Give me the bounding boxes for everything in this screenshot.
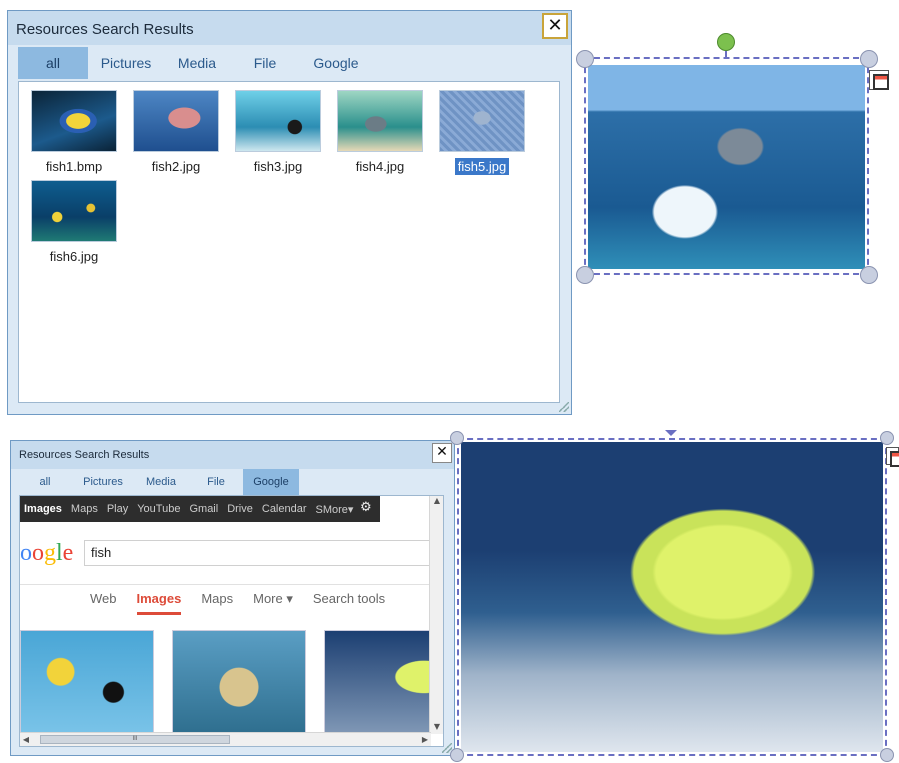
image-result[interactable]: [20, 630, 154, 734]
file-name: fish5.jpg: [454, 158, 510, 175]
file-item-selected[interactable]: fish5.jpg: [435, 90, 529, 176]
tab-file[interactable]: File: [189, 469, 243, 495]
file-item[interactable]: fish2.jpg: [129, 90, 223, 176]
topbar-link-play[interactable]: Play: [107, 503, 128, 515]
resource-tabs: all Pictures Media File Google: [8, 47, 571, 79]
dolphin-image-object[interactable]: [584, 57, 869, 275]
resize-handle-bottom-right[interactable]: [860, 266, 878, 284]
topbar-link-youtube[interactable]: YouTube: [137, 503, 180, 515]
file-name: fish2.jpg: [151, 159, 201, 174]
tab-all[interactable]: all: [17, 469, 73, 495]
scroll-thumb[interactable]: III: [40, 735, 230, 744]
tab-pictures[interactable]: Pictures: [73, 469, 133, 495]
image-results: [20, 630, 443, 734]
dolphin-image: [588, 65, 865, 269]
thumbnail-image: [439, 90, 525, 152]
topbar-link-more[interactable]: SMore▾: [316, 503, 354, 516]
search-input[interactable]: fish: [84, 540, 432, 566]
rotate-handle[interactable]: [717, 33, 735, 51]
tab-web[interactable]: Web: [90, 591, 117, 615]
panel-titlebar[interactable]: Resources Search Results ✕: [11, 441, 454, 469]
panel-titlebar[interactable]: Resources Search Results ✕: [8, 11, 571, 45]
topbar-link-images[interactable]: Images: [24, 503, 62, 515]
file-name: fish3.jpg: [253, 159, 303, 174]
resources-panel-bottom: Resources Search Results ✕ all Pictures …: [10, 440, 455, 756]
gear-icon[interactable]: ⚙: [360, 501, 374, 515]
resize-handle-bottom-left[interactable]: [576, 266, 594, 284]
thumbnail-image: [31, 180, 117, 242]
tab-all[interactable]: all: [18, 47, 88, 79]
image-result[interactable]: [324, 630, 443, 734]
google-browser-view: Images Maps Play YouTube Gmail Drive Cal…: [19, 495, 444, 747]
topbar-link-maps[interactable]: Maps: [71, 503, 98, 515]
resize-handle-top-right[interactable]: [880, 431, 894, 445]
close-icon[interactable]: ✕: [432, 443, 452, 463]
google-search-tabs: Web Images Maps More ▾ Search tools: [90, 591, 405, 615]
image-result[interactable]: [172, 630, 306, 734]
tab-images[interactable]: Images: [136, 591, 182, 615]
google-logo[interactable]: oogle: [20, 540, 73, 567]
file-item[interactable]: fish6.jpg: [27, 180, 121, 266]
thumbnail-image: [133, 90, 219, 152]
tab-pictures[interactable]: Pictures: [88, 47, 164, 79]
resize-grip[interactable]: [559, 402, 569, 412]
tab-media[interactable]: Media: [164, 47, 230, 79]
resize-handle-bottom-right[interactable]: [880, 748, 894, 762]
file-name: fish1.bmp: [45, 159, 103, 174]
rotate-handle[interactable]: [665, 430, 677, 436]
scroll-down-icon[interactable]: ▼: [430, 722, 443, 734]
object-menu-icon[interactable]: [869, 70, 889, 90]
thumbnail-image: [235, 90, 321, 152]
resources-panel-top: Resources Search Results ✕ all Pictures …: [7, 10, 572, 415]
tab-media[interactable]: Media: [133, 469, 189, 495]
file-item[interactable]: fish4.jpg: [333, 90, 427, 176]
scroll-right-icon[interactable]: ▶: [419, 733, 431, 746]
topbar-link-calendar[interactable]: Calendar: [262, 503, 307, 515]
file-grid: fish1.bmp fish2.jpg fish3.jpg fish4.jpg …: [18, 81, 560, 403]
tab-file[interactable]: File: [230, 47, 300, 79]
google-topbar: Images Maps Play YouTube Gmail Drive Cal…: [20, 496, 380, 522]
fish-image-object[interactable]: [457, 438, 887, 756]
rotate-handle-stem: [725, 51, 727, 59]
horizontal-scrollbar[interactable]: ◀ III ▶: [20, 732, 431, 746]
fish-image: [461, 442, 883, 752]
tab-google[interactable]: Google: [243, 469, 299, 495]
panel-title: Resources Search Results: [19, 449, 150, 461]
topbar-link-gmail[interactable]: Gmail: [189, 503, 218, 515]
resize-handle-top-left[interactable]: [576, 50, 594, 68]
object-menu-icon[interactable]: [886, 447, 899, 467]
divider: [20, 584, 443, 585]
topbar-link-drive[interactable]: Drive: [227, 503, 253, 515]
close-icon[interactable]: ✕: [542, 13, 568, 39]
scroll-left-icon[interactable]: ◀: [20, 733, 32, 746]
file-item[interactable]: fish1.bmp: [27, 90, 121, 176]
panel-title: Resources Search Results: [16, 21, 194, 38]
resource-tabs: all Pictures Media File Google: [11, 469, 454, 495]
thumbnail-image: [337, 90, 423, 152]
resize-handle-top-left[interactable]: [450, 431, 464, 445]
tab-search-tools[interactable]: Search tools: [313, 591, 385, 615]
tab-more[interactable]: More ▾: [253, 591, 293, 615]
file-name: fish6.jpg: [49, 249, 99, 264]
tab-maps[interactable]: Maps: [201, 591, 233, 615]
vertical-scrollbar[interactable]: ▲ ▼: [429, 496, 443, 734]
resize-handle-top-right[interactable]: [860, 50, 878, 68]
file-name: fish4.jpg: [355, 159, 405, 174]
resize-handle-bottom-left[interactable]: [450, 748, 464, 762]
thumbnail-image: [31, 90, 117, 152]
file-item[interactable]: fish3.jpg: [231, 90, 325, 176]
tab-google[interactable]: Google: [300, 47, 372, 79]
scroll-up-icon[interactable]: ▲: [430, 496, 443, 508]
